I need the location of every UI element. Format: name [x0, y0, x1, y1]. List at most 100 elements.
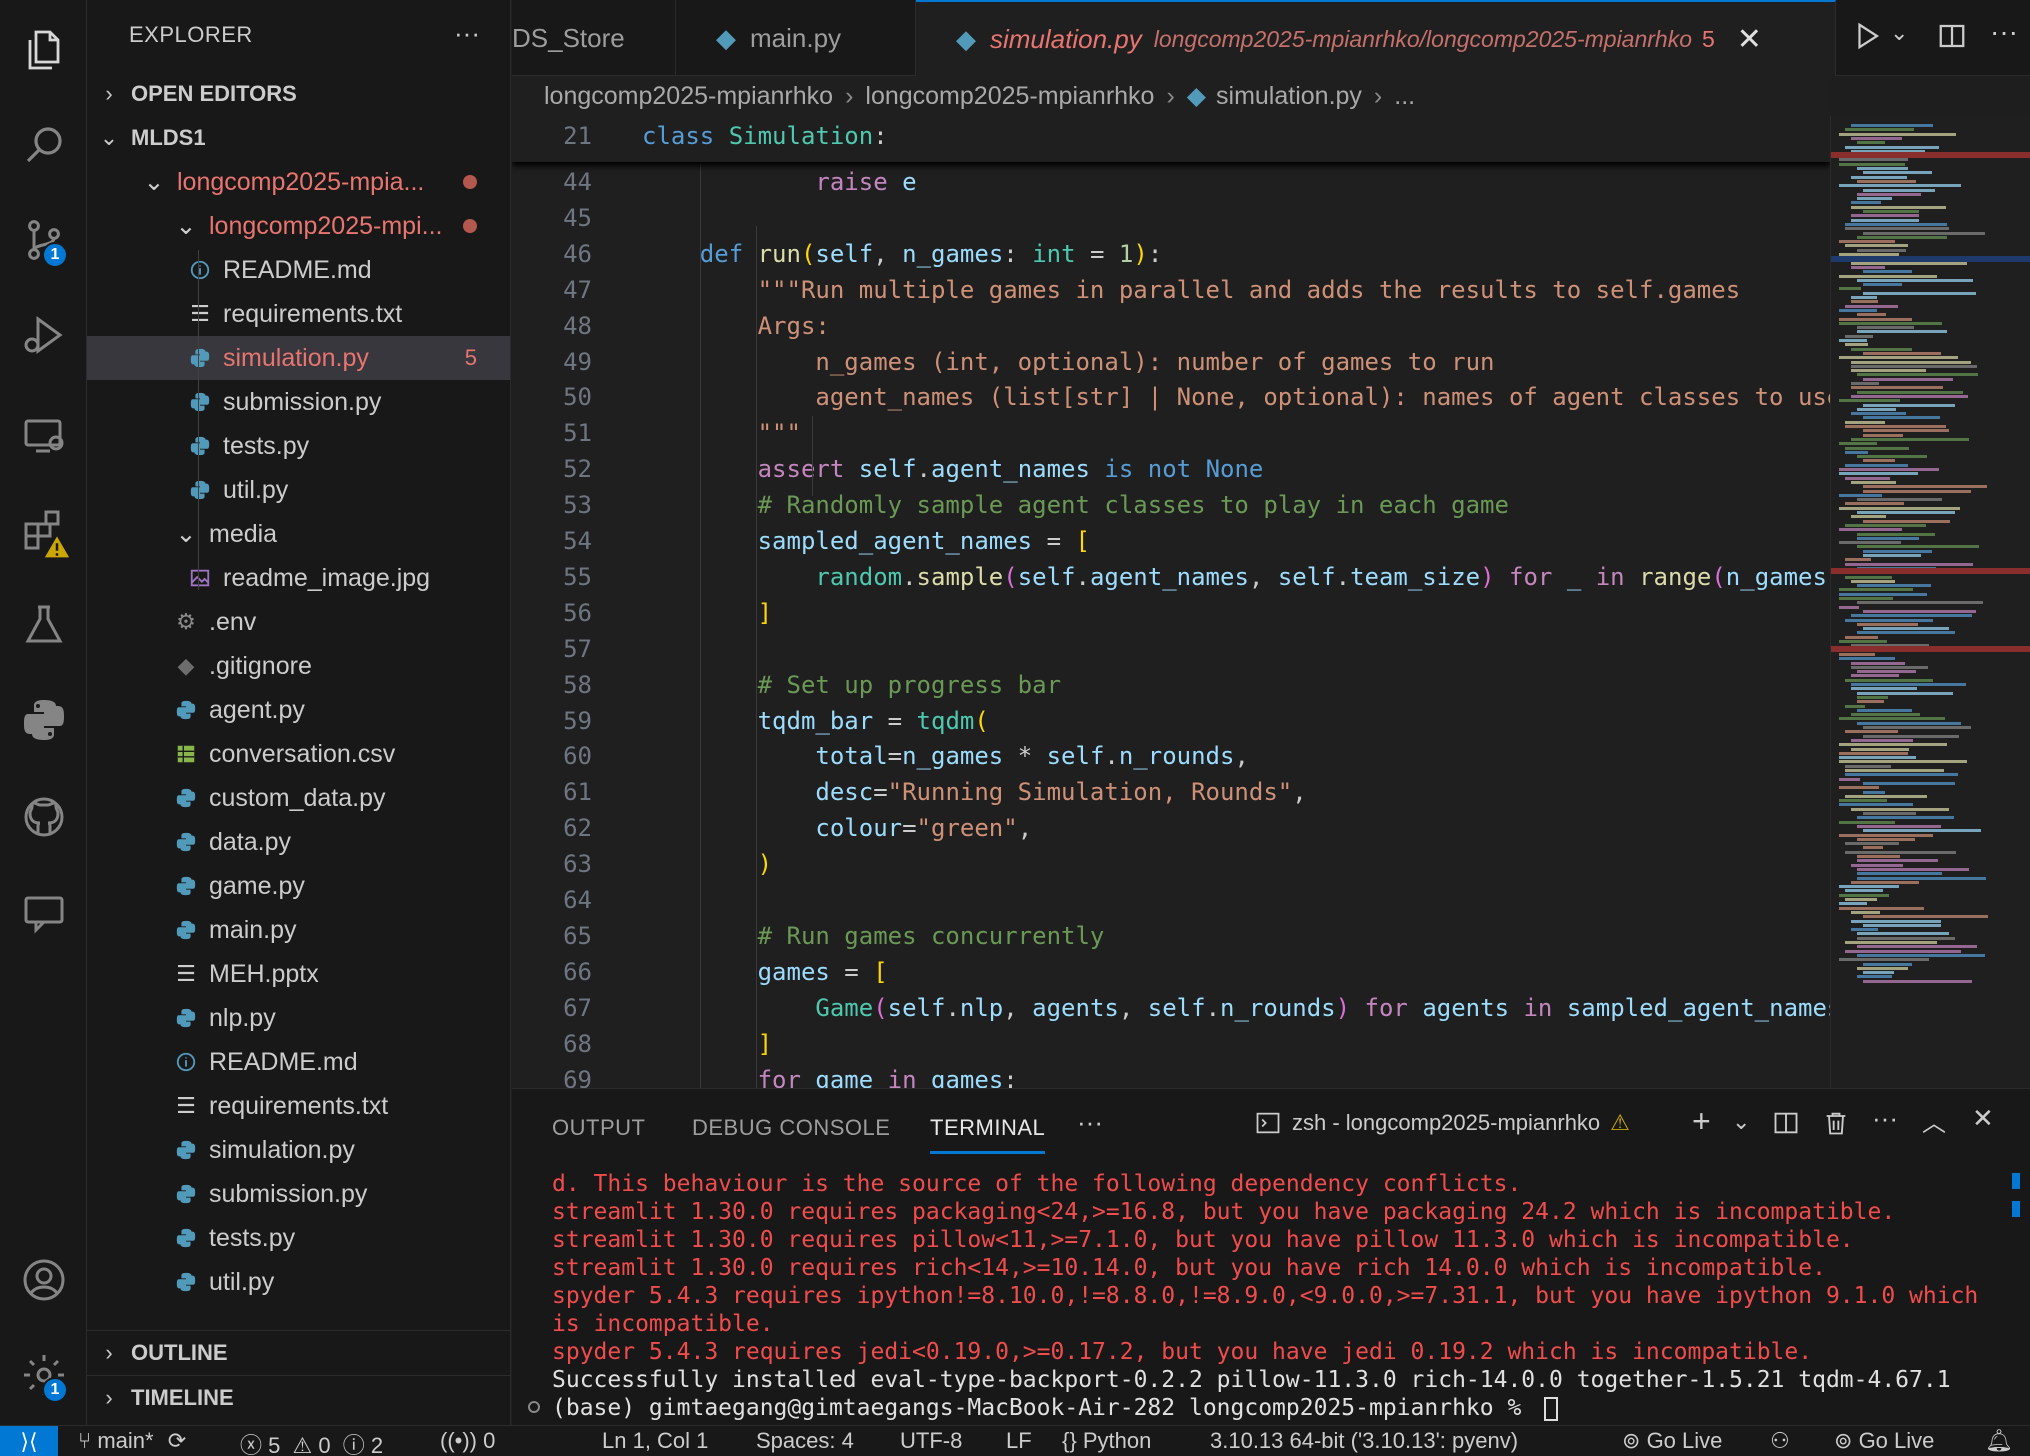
tab-debug-console[interactable]: DEBUG CONSOLE [692, 1115, 890, 1141]
minimap-line [1845, 558, 1871, 562]
minimap-line [1857, 700, 1885, 704]
explorer-icon[interactable] [0, 10, 87, 90]
tab-terminal[interactable]: TERMINAL [930, 1115, 1046, 1154]
file-conversation-csv[interactable]: conversation.csv [87, 732, 510, 776]
cursor-position[interactable]: Ln 1, Col 1 [602, 1428, 708, 1454]
chat-icon[interactable] [0, 872, 87, 952]
breadcrumb-item[interactable]: ... [1394, 82, 1415, 111]
file-readme-md[interactable]: README.md [87, 1040, 510, 1084]
minimap-line [1839, 799, 1887, 803]
file-gitignore[interactable]: ◆ .gitignore [87, 644, 510, 688]
python-file-icon: ◆ [1186, 82, 1207, 110]
trash-icon[interactable] [1822, 1109, 1850, 1142]
remote-explorer-icon[interactable] [0, 395, 87, 475]
go-live-button[interactable]: ⊚ Go Live [1834, 1428, 1934, 1454]
file-data-py[interactable]: data.py [87, 820, 510, 864]
language-mode[interactable]: {} Python [1062, 1428, 1151, 1454]
file-submission-py[interactable]: submission.py [87, 1172, 510, 1216]
minimap-line [1845, 523, 1927, 527]
ports-indicator[interactable]: ((•)) 0 [440, 1428, 495, 1454]
tree-item-label: util.py [209, 1267, 275, 1296]
sticky-scroll-header[interactable]: 21 class Simulation: [512, 116, 1830, 162]
breadcrumb-item[interactable]: simulation.py [1216, 82, 1362, 111]
sync-icon: ⟳ [167, 1428, 187, 1453]
info-file-icon [185, 259, 215, 281]
minimap-line [1857, 390, 1964, 394]
line-ending[interactable]: LF [1006, 1428, 1032, 1454]
section-workspace[interactable]: ⌄ MLDS1 [87, 116, 510, 160]
chevron-down-icon[interactable]: ⌄ [1732, 1109, 1750, 1135]
section-timeline[interactable]: › TIMELINE [87, 1375, 510, 1419]
split-editor-icon[interactable] [1937, 20, 1967, 57]
more-tabs-icon[interactable]: ··· [1077, 1107, 1103, 1138]
split-terminal-icon[interactable] [1772, 1109, 1800, 1142]
github-icon[interactable] [0, 777, 87, 857]
python-interpreter[interactable]: 3.10.13 64-bit ('3.10.13': pyenv) [1210, 1428, 1518, 1454]
account-icon[interactable] [0, 1240, 87, 1320]
section-open-editors[interactable]: › OPEN EDITORS [87, 72, 510, 116]
file-game-py[interactable]: game.py [87, 864, 510, 908]
close-panel-icon[interactable]: ✕ [1972, 1103, 1994, 1134]
file-requirements-txt[interactable]: ☰ requirements.txt [87, 292, 510, 336]
tab-ds-store[interactable]: DS_Store [512, 0, 676, 76]
file-readme-md[interactable]: README.md [87, 248, 510, 292]
chevron-down-icon[interactable]: ⌄ [1890, 20, 1908, 46]
file-util-py[interactable]: util.py [87, 1260, 510, 1304]
minimap-line [1839, 493, 1883, 497]
file-custom-data-py[interactable]: custom_data.py [87, 776, 510, 820]
folder-longcomp2025-mpi[interactable]: ⌄ longcomp2025-mpi... [87, 204, 510, 248]
file-main-py[interactable]: main.py [87, 908, 510, 952]
file-agent-py[interactable]: agent.py [87, 688, 510, 732]
tree-item-label: tests.py [223, 431, 310, 460]
branch-indicator[interactable]: ⑂ main* ⟳ [78, 1428, 186, 1454]
file-readme-image-jpg[interactable]: readme_image.jpg [87, 556, 510, 600]
testing-icon[interactable] [0, 585, 87, 665]
minimap[interactable] [1830, 116, 2030, 1088]
more-actions-icon[interactable]: ··· [454, 18, 480, 49]
run-python-file-icon[interactable] [1852, 20, 1882, 57]
remote-indicator-icon[interactable]: ⟩⟨ [0, 1426, 58, 1456]
close-icon[interactable]: ✕ [1737, 22, 1762, 57]
copilot-icon[interactable]: ⚇ [1770, 1428, 1790, 1454]
minimap-line [1857, 872, 1943, 876]
file-simulation-py[interactable]: simulation.py [87, 1128, 510, 1172]
tree-item-label: README.md [209, 1047, 358, 1076]
problems-indicator[interactable]: ⓧ 5 ⚠ 0 ⓘ 2 [240, 1428, 383, 1456]
tab-output[interactable]: OUTPUT [552, 1115, 645, 1141]
file-nlp-py[interactable]: nlp.py [87, 996, 510, 1040]
settings-gear-icon[interactable]: 1 [0, 1335, 87, 1415]
file-env[interactable]: ⚙ .env [87, 600, 510, 644]
notifications-icon[interactable]: 🔔︎ [1985, 1428, 2013, 1454]
python-file-icon: ◆ [956, 23, 976, 54]
run-debug-icon[interactable] [0, 295, 87, 375]
folder-media[interactable]: ⌄ media [87, 512, 510, 556]
extensions-icon[interactable] [0, 490, 87, 570]
indentation[interactable]: Spaces: 4 [756, 1428, 854, 1454]
file-tests-py[interactable]: tests.py [87, 1216, 510, 1260]
tab-simulation-py[interactable]: ◆ simulation.py longcomp2025-mpianrhko/l… [916, 0, 1836, 76]
file-submission-py[interactable]: submission.py [87, 380, 510, 424]
tab-main-py[interactable]: ◆ main.py [676, 0, 916, 76]
folder-longcomp2025-mpia[interactable]: ⌄ longcomp2025-mpia... [87, 160, 510, 204]
minimap-line [1845, 334, 1874, 338]
terminal-selector[interactable]: zsh - longcomp2025-mpianrhko ⚠ [1254, 1109, 1630, 1137]
more-actions-icon[interactable]: ··· [1872, 1103, 1898, 1134]
source-control-icon[interactable]: 1 [0, 200, 87, 280]
python-icon[interactable] [0, 680, 87, 760]
breadcrumb-item[interactable]: longcomp2025-mpianrhko [865, 82, 1154, 111]
encoding[interactable]: UTF-8 [900, 1428, 962, 1454]
go-live-button[interactable]: ⊚ Go Live [1622, 1428, 1722, 1454]
maximize-panel-icon[interactable]: ︿ [1922, 1103, 1946, 1138]
section-outline[interactable]: › OUTLINE [87, 1330, 510, 1374]
more-actions-icon[interactable]: ··· [1990, 16, 2018, 48]
breadcrumb-item[interactable]: longcomp2025-mpianrhko [544, 82, 833, 111]
file-requirements-txt[interactable]: ☰ requirements.txt [87, 1084, 510, 1128]
file-meh-pptx[interactable]: ☰ MEH.pptx [87, 952, 510, 996]
new-terminal-icon[interactable]: + [1692, 1103, 1711, 1140]
file-util-py[interactable]: util.py [87, 468, 510, 512]
minimap-line [1839, 657, 1896, 661]
file-tests-py[interactable]: tests.py [87, 424, 510, 468]
search-icon[interactable] [0, 105, 87, 185]
code-editor[interactable]: 21 class Simulation: 44 raise e 45 46 def … [512, 116, 1830, 1088]
file-simulation-py[interactable]: simulation.py 5 [87, 336, 510, 380]
